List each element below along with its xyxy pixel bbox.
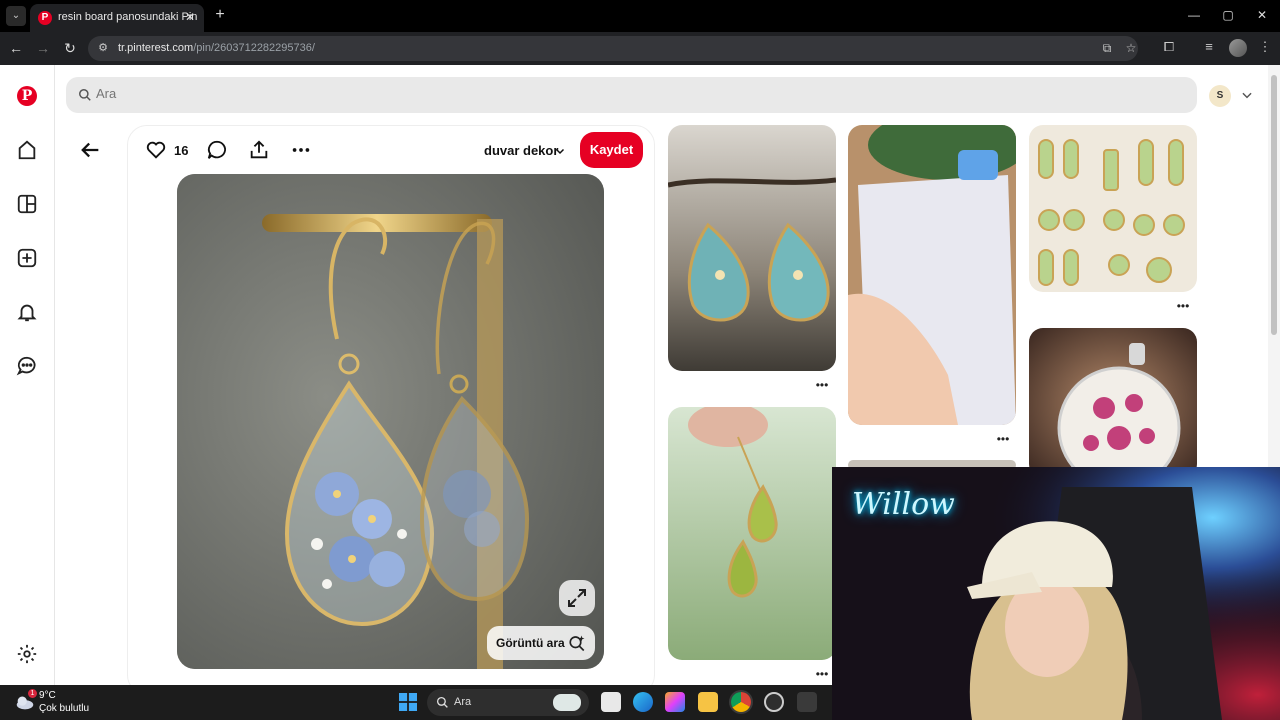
visual-search-label: Görüntü ara — [496, 636, 565, 650]
home-icon[interactable] — [16, 139, 38, 161]
address-bar[interactable]: ⚙ tr.pinterest.com/pin/2603712282295736/… — [88, 36, 1138, 61]
scrollbar-thumb[interactable] — [1271, 75, 1277, 335]
profile-avatar[interactable] — [1229, 39, 1247, 57]
task-view-icon[interactable] — [601, 692, 621, 712]
account-chevron-down-icon[interactable] — [1240, 88, 1254, 102]
copilot-icon[interactable] — [665, 692, 685, 712]
related-pin-earring-collection[interactable] — [1029, 125, 1197, 292]
share-icon[interactable] — [248, 139, 270, 161]
create-icon[interactable] — [16, 247, 38, 269]
neon-sign: Willow — [852, 487, 955, 522]
taskbar-search[interactable]: Ara — [427, 689, 589, 716]
taskbar-search-icon — [436, 696, 448, 708]
search-input[interactable] — [96, 86, 1176, 101]
search-icon — [79, 89, 91, 101]
visual-search-icon — [569, 635, 585, 652]
bookmark-star-icon[interactable]: ☆ — [1124, 41, 1138, 55]
tab-title: resin board panosundaki Pin — [58, 11, 198, 23]
settings-icon[interactable] — [16, 643, 38, 665]
chrome-icon[interactable] — [731, 692, 751, 712]
tab-close-icon[interactable]: ✕ — [182, 9, 198, 25]
pin-image[interactable]: Görüntü ara — [177, 174, 604, 669]
pinterest-logo-icon[interactable]: P — [17, 86, 37, 106]
heart-icon[interactable] — [145, 139, 167, 161]
url-path: /pin/2603712282295736/ — [193, 42, 315, 54]
minimize-button[interactable]: — — [1184, 6, 1204, 24]
edge-browser-icon[interactable] — [633, 692, 653, 712]
notifications-icon[interactable] — [16, 301, 38, 323]
maximize-button[interactable]: ▢ — [1218, 6, 1238, 24]
site-info-icon[interactable]: ⚙ — [96, 41, 110, 55]
earring-photo — [177, 174, 604, 669]
url-text[interactable]: tr.pinterest.com/pin/2603712282295736/ — [118, 42, 315, 54]
chevron-down-icon[interactable] — [554, 145, 566, 157]
weather-temperature[interactable]: 9°C — [39, 690, 56, 701]
file-explorer-icon[interactable] — [698, 692, 718, 712]
like-count: 16 — [174, 143, 189, 158]
extensions-icon[interactable]: ⧠ — [1160, 38, 1178, 56]
weather-condition[interactable]: Çok bulutlu — [39, 703, 89, 714]
windows-start-icon[interactable] — [399, 693, 417, 711]
related-pin-image — [668, 125, 836, 371]
url-host: tr.pinterest.com — [118, 42, 194, 54]
reload-icon[interactable]: ↻ — [60, 38, 80, 58]
related-pin-necklace[interactable] — [668, 407, 836, 660]
expand-icon — [568, 589, 586, 607]
media-controls-icon[interactable]: ≡ — [1200, 38, 1218, 56]
explore-icon[interactable] — [16, 193, 38, 215]
more-options-icon[interactable] — [290, 139, 312, 161]
related-pin-pendant[interactable] — [1029, 328, 1197, 478]
browser-toolbar: ← → ↻ ⚙ tr.pinterest.com/pin/26037122822… — [0, 32, 1280, 65]
related-pin-image — [848, 125, 1016, 425]
pin-more-button[interactable]: ••• — [993, 433, 1013, 446]
expand-button[interactable] — [559, 580, 595, 616]
new-tab-button[interactable]: + — [211, 6, 229, 24]
pin-more-button[interactable]: ••• — [812, 379, 832, 392]
browser-menu-icon[interactable]: ⋮ — [1256, 38, 1274, 56]
save-button[interactable]: Kaydet — [580, 132, 643, 168]
tab-list-button[interactable]: ⌄ — [6, 6, 26, 26]
back-icon[interactable]: ← — [6, 38, 26, 58]
messages-icon[interactable] — [16, 355, 38, 377]
visual-search-button[interactable]: Görüntü ara — [487, 626, 595, 660]
pin-more-button[interactable]: ••• — [1173, 300, 1193, 313]
pinterest-sidebar: P — [0, 65, 55, 685]
related-pin-image — [668, 407, 836, 660]
browser-tab-bar: ⌄ P resin board panosundaki Pin ✕ + — ▢ … — [0, 0, 1280, 32]
pin-more-button[interactable]: ••• — [812, 668, 832, 681]
close-window-button[interactable]: ✕ — [1252, 6, 1272, 24]
related-pin-image — [1029, 328, 1197, 478]
browser-tab[interactable]: P resin board panosundaki Pin ✕ — [30, 4, 204, 32]
taskbar-search-label: Ara — [454, 696, 472, 708]
forward-icon[interactable]: → — [33, 38, 53, 58]
obs-icon[interactable] — [764, 692, 784, 712]
webcam-overlay: Willow — [832, 467, 1280, 720]
comment-icon[interactable] — [206, 139, 228, 161]
related-pin-earrings-branch[interactable] — [668, 125, 836, 371]
pinterest-favicon-icon: P — [38, 11, 52, 25]
app-icon[interactable] — [797, 692, 817, 712]
search-highlight-icon — [553, 694, 581, 711]
related-pin-resin-video[interactable] — [848, 125, 1016, 425]
search-bar[interactable] — [66, 77, 1197, 113]
related-pin-image — [1029, 125, 1197, 292]
windows-taskbar: 1 9°C Çok bulutlu Ara — [0, 685, 832, 720]
weather-badge: 1 — [28, 689, 37, 698]
install-app-icon[interactable]: ⧉ — [1100, 41, 1114, 55]
board-selector[interactable]: duvar dekor — [484, 143, 558, 158]
user-avatar[interactable]: S — [1209, 85, 1231, 107]
back-arrow-icon[interactable] — [80, 139, 102, 161]
